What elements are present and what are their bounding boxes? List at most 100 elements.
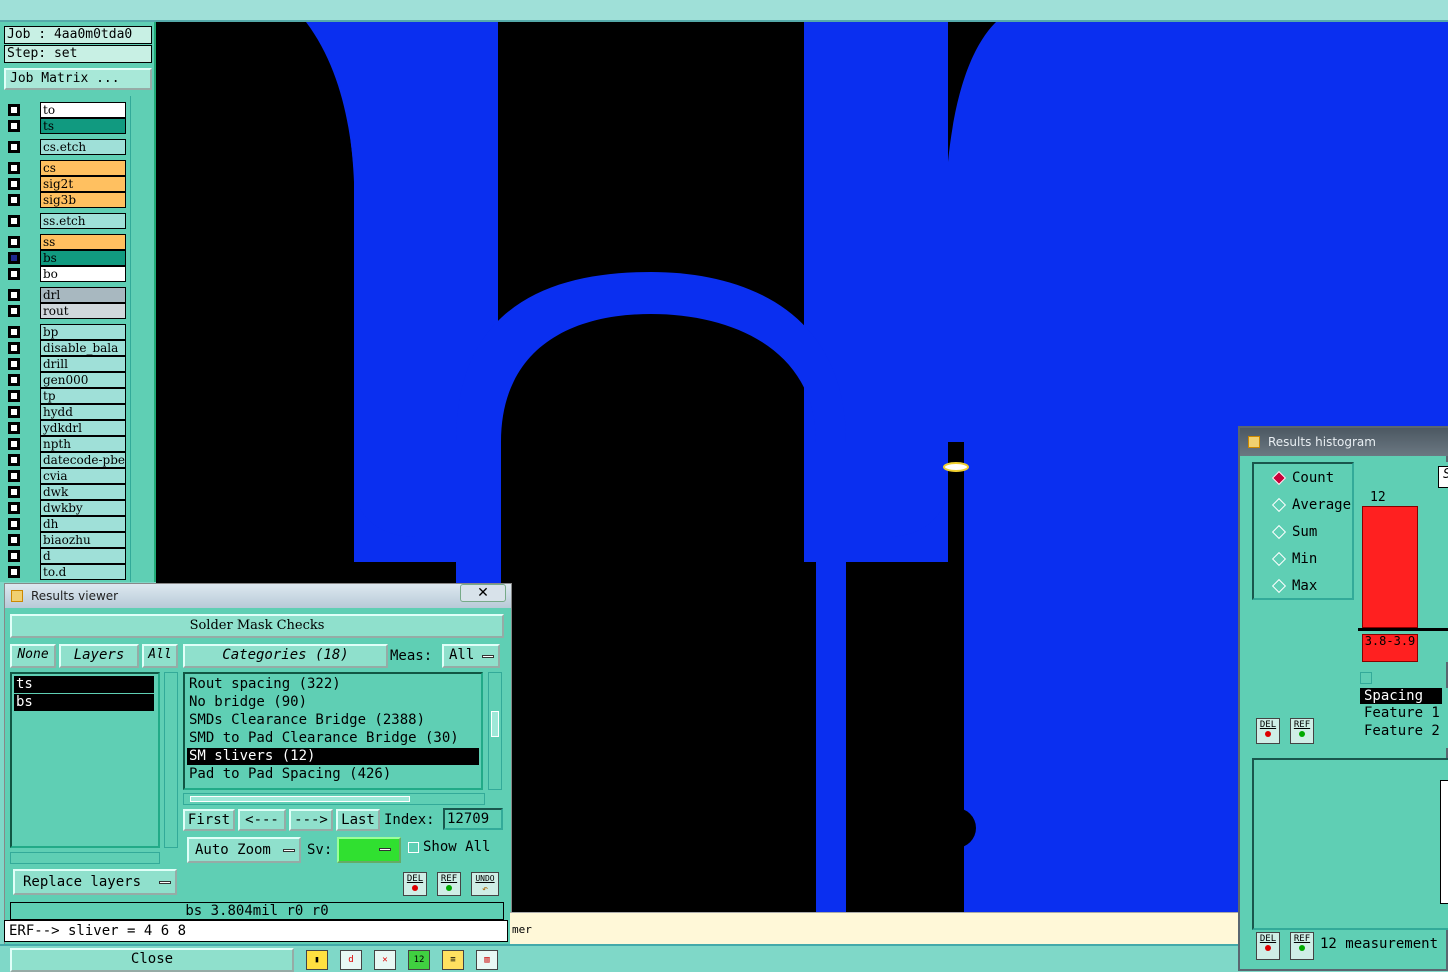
meas-dropdown[interactable]: All [442,644,500,668]
layer-name[interactable]: rout [40,303,126,319]
delete-icon[interactable]: DEL [1256,718,1280,744]
layer-scrollbar[interactable] [130,96,152,582]
layer-name[interactable]: bp [40,324,126,340]
layer-checkbox[interactable] [8,342,20,354]
categories-button[interactable]: Categories (18) [183,644,388,668]
layer-checkbox[interactable] [8,104,20,116]
category-item[interactable]: SMD to Pad Clearance Bridge (30) [187,730,479,747]
layer-name[interactable]: ts [40,118,126,134]
layer-checkbox[interactable] [8,470,20,482]
show-all-checkbox[interactable] [408,842,419,853]
layer-row[interactable]: to [4,102,126,118]
layer-checkbox[interactable] [8,194,20,206]
close-icon[interactable]: ✕ [460,584,506,602]
layer-row[interactable]: d [4,548,126,564]
bar-range-label[interactable]: 3.8-3.9 [1362,634,1418,662]
last-button[interactable]: Last [336,809,380,831]
layer-row[interactable]: dwkby [4,500,126,516]
layer-row[interactable]: disable_bala [4,340,126,356]
layer-checkbox[interactable] [8,390,20,402]
layer-name[interactable]: cs [40,160,126,176]
layer-checkbox[interactable] [8,374,20,386]
layer-name[interactable]: hydd [40,404,126,420]
layer-name[interactable]: d [40,548,126,564]
layer-row[interactable]: ss.etch [4,213,126,229]
list-item[interactable]: ts [14,676,154,693]
all-button[interactable]: All [142,644,178,668]
layer-checkbox[interactable] [8,566,20,578]
layer-row[interactable]: cs.etch [4,139,126,155]
layer-row[interactable]: hydd [4,404,126,420]
delete-icon[interactable]: DEL [403,872,427,896]
delete-icon[interactable]: DEL [1256,932,1280,960]
layer-list-scrollbar[interactable] [164,672,178,848]
category-list[interactable]: Rout spacing (322) No bridge (90) SMDs Cle… [183,672,483,790]
layer-name[interactable]: gen000 [40,372,126,388]
prev-button[interactable]: <--- [238,809,286,831]
layer-name[interactable]: ss [40,234,126,250]
first-button[interactable]: First [183,809,235,831]
layers-button[interactable]: Layers [59,644,139,668]
reference-icon[interactable]: REF [1290,718,1314,744]
layer-name[interactable]: ydkdrl [40,420,126,436]
radio-diamond-icon[interactable] [1271,524,1287,540]
layer-name[interactable]: tp [40,388,126,404]
layer-name[interactable]: disable_bala [40,340,126,356]
histogram-bar[interactable] [1362,506,1418,628]
category-item[interactable]: SM slivers (12) [187,748,479,765]
layer-checkbox[interactable] [8,178,20,190]
layer-row[interactable]: drl [4,287,126,303]
severity-color-dropdown[interactable] [337,837,401,863]
layer-row[interactable]: npth [4,436,126,452]
layer-checkbox[interactable] [8,422,20,434]
layer-checkbox[interactable] [8,162,20,174]
index-field[interactable]: 12709 [443,808,503,830]
layer-row[interactable]: sig2t [4,176,126,192]
measure-icon[interactable]: ▮ [306,950,328,970]
layer-row[interactable]: cvia [4,468,126,484]
replace-layers-dropdown[interactable]: Replace layers [13,869,177,895]
mode-radio[interactable]: Sum [1271,522,1317,542]
layer-row[interactable]: dh [4,516,126,532]
layer-name[interactable]: sig3b [40,192,126,208]
layer-checkbox[interactable] [8,236,20,248]
count-icon[interactable]: 12 [408,950,430,970]
layer-row[interactable]: rout [4,303,126,319]
list-item[interactable]: bs [14,694,154,711]
layer-checkbox[interactable] [8,305,20,317]
erf-icon[interactable]: ✕ [374,950,396,970]
layer-name[interactable]: to.d [40,564,126,580]
layer-row[interactable]: to.d [4,564,126,580]
layer-name[interactable]: dwk [40,484,126,500]
mode-radio[interactable]: Max [1271,576,1317,596]
layer-checkbox[interactable] [8,550,20,562]
layer-name[interactable]: npth [40,436,126,452]
layer-name[interactable]: dwkby [40,500,126,516]
next-button[interactable]: ---> [289,809,333,831]
layer-checkbox[interactable] [8,268,20,280]
category-item[interactable]: Pad to Pad Spacing (426) [187,766,479,783]
layer-name[interactable]: drill [40,356,126,372]
job-matrix-button[interactable]: Job Matrix ... [4,68,152,90]
category-item[interactable]: SMDs Clearance Bridge (2388) [187,712,479,729]
report-icon[interactable]: ≡ [442,950,464,970]
layer-name[interactable]: cs.etch [40,139,126,155]
layer-checkbox[interactable] [8,326,20,338]
reference-icon[interactable]: REF [1290,932,1314,960]
layer-row[interactable]: tp [4,388,126,404]
layer-list-hscrollbar[interactable] [10,852,160,864]
histogram-icon[interactable]: ▥ [476,950,498,970]
layer-row[interactable]: bs [4,250,126,266]
layer-row[interactable]: biaozhu [4,532,126,548]
sort-button[interactable]: S [1438,466,1448,488]
layer-row[interactable]: dwk [4,484,126,500]
layer-name[interactable]: biaozhu [40,532,126,548]
layer-name[interactable]: cvia [40,468,126,484]
layer-checkbox[interactable] [8,120,20,132]
layer-checkbox[interactable] [8,289,20,301]
category-item[interactable]: Rout spacing (322) [187,676,479,693]
radio-diamond-icon[interactable] [1271,578,1287,594]
layer-row[interactable]: ss [4,234,126,250]
scroll-thumb[interactable] [491,711,499,737]
category-hscrollbar[interactable] [183,793,485,805]
